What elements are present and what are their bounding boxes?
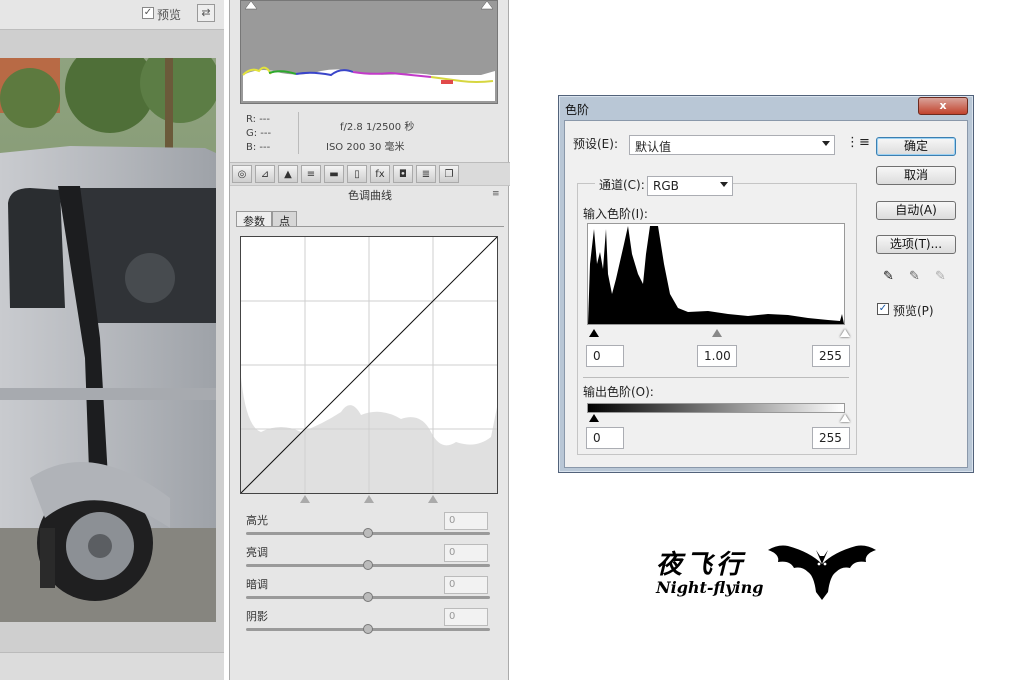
slider-lights: 亮调 0: [246, 544, 492, 574]
preview-label: 预览(P): [893, 304, 934, 318]
camera-calibration-icon[interactable]: ◘: [393, 165, 413, 183]
slider-shadows: 阴影 0: [246, 608, 492, 638]
input-black-field[interactable]: 0: [586, 345, 624, 367]
pixel-readout: R: --- G: --- B: --- f/2.8 1/2500 秒 ISO …: [230, 108, 510, 158]
input-black-slider[interactable]: [589, 329, 599, 337]
slider-label: 阴影: [246, 610, 268, 623]
output-black-field[interactable]: 0: [586, 427, 624, 449]
lens-icon[interactable]: ▯: [347, 165, 367, 183]
output-gradient: [587, 403, 845, 413]
g-value: G: ---: [246, 128, 272, 139]
slider-thumb[interactable]: [363, 624, 373, 634]
slider-value-input[interactable]: 0: [444, 576, 488, 594]
preview-toolbar: ✓ 预览 ⇄: [0, 0, 224, 30]
photo-preview-panel: ✓ 预览 ⇄: [0, 0, 224, 680]
preset-value: 默认值: [635, 140, 672, 154]
bat-icon: [768, 545, 876, 600]
channel-label: 通道(C):: [595, 176, 649, 193]
r-value: R: ---: [246, 114, 271, 125]
preview-status-bar: [0, 652, 224, 680]
output-white-slider[interactable]: [840, 414, 850, 422]
dialog-title: 色阶: [565, 103, 590, 117]
slider-value-input[interactable]: 0: [444, 544, 488, 562]
auto-button[interactable]: 自动(A): [876, 201, 956, 220]
slider-value-input[interactable]: 0: [444, 608, 488, 626]
preview-checkbox[interactable]: ✓: [877, 303, 889, 315]
preset-label: 预设(E):: [573, 137, 618, 151]
levels-histogram: [587, 223, 845, 325]
input-white-field[interactable]: 255: [812, 345, 850, 367]
white-eyedropper-icon[interactable]: ✎: [935, 269, 946, 284]
levels-dialog: 色阶 x 预设(E): 默认值 ⋮≡ 通道(C): RGB 输入色阶(I): 0…: [558, 95, 974, 473]
slider-highlights: 高光 0: [246, 512, 492, 542]
detail-icon[interactable]: ▲: [278, 165, 298, 183]
watermark-cn: 夜飞行: [656, 550, 747, 580]
fx-icon[interactable]: fx: [370, 165, 390, 183]
preset-options-icon[interactable]: ⋮≡: [846, 135, 870, 150]
section-title: 色调曲线: [348, 189, 392, 202]
split-shadow-marker[interactable]: [300, 495, 310, 503]
camera-raw-panel: R: --- G: --- B: --- f/2.8 1/2500 秒 ISO …: [229, 0, 510, 680]
chevron-down-icon: [720, 182, 728, 187]
photo-canvas: [0, 58, 216, 622]
van-photo: [0, 58, 216, 622]
toggle-view-button[interactable]: ⇄: [197, 4, 215, 22]
readout-divider: [298, 112, 299, 154]
cancel-button[interactable]: 取消: [876, 166, 956, 185]
tab-divider: [236, 226, 504, 227]
slider-label: 亮调: [246, 546, 268, 559]
slider-thumb[interactable]: [363, 560, 373, 570]
output-white-field[interactable]: 255: [812, 427, 850, 449]
curve-tabs: 参数 点: [236, 211, 297, 228]
adjustment-tabs: ◎ ⊿ ▲ ≡ ▬ ▯ fx ◘ ≣ ❐: [230, 162, 510, 186]
tab-point[interactable]: 点: [272, 211, 297, 228]
split-toning-icon[interactable]: ▬: [324, 165, 344, 183]
split-highlight-marker[interactable]: [428, 495, 438, 503]
aperture-icon[interactable]: ◎: [232, 165, 252, 183]
tone-curve-graph[interactable]: [240, 236, 498, 494]
slider-darks: 暗调 0: [246, 576, 492, 606]
output-levels-label: 输出色阶(O):: [583, 385, 654, 399]
split-midtone-marker[interactable]: [364, 495, 374, 503]
snapshots-icon[interactable]: ❐: [439, 165, 459, 183]
dialog-body: 预设(E): 默认值 ⋮≡ 通道(C): RGB 输入色阶(I): 0 1.00…: [564, 120, 968, 468]
tone-curve-icon[interactable]: ⊿: [255, 165, 275, 183]
preview-label: 预览: [157, 8, 182, 22]
hsl-icon[interactable]: ≡: [301, 165, 321, 183]
histogram: [240, 0, 498, 104]
input-white-slider[interactable]: [840, 329, 850, 337]
watermark-en: Night-flying: [656, 578, 764, 597]
close-button[interactable]: x: [918, 97, 968, 115]
input-gamma-field[interactable]: 1.00: [697, 345, 737, 367]
tab-parametric[interactable]: 参数: [236, 211, 272, 228]
preset-select[interactable]: 默认值: [629, 135, 835, 155]
preview-checkbox[interactable]: ✓: [142, 7, 154, 19]
output-black-slider[interactable]: [589, 414, 599, 422]
slider-thumb[interactable]: [363, 528, 373, 538]
input-levels-label: 输入色阶(I):: [583, 207, 648, 221]
panel-menu-icon[interactable]: ≡: [492, 189, 500, 199]
options-button[interactable]: 选项(T)...: [876, 235, 956, 254]
slider-value-input[interactable]: 0: [444, 512, 488, 530]
iso-focal-info: ISO 200 30 毫米: [326, 142, 405, 153]
exposure-info: f/2.8 1/2500 秒: [340, 122, 415, 133]
ok-button[interactable]: 确定: [876, 137, 956, 156]
presets-icon[interactable]: ≣: [416, 165, 436, 183]
black-eyedropper-icon[interactable]: ✎: [883, 269, 894, 284]
chevron-down-icon: [822, 141, 830, 146]
slider-label: 暗调: [246, 578, 268, 591]
slider-label: 高光: [246, 514, 268, 527]
watermark-logo: 夜飞行 Night-flying: [650, 540, 880, 610]
b-value: B: ---: [246, 142, 271, 153]
gray-eyedropper-icon[interactable]: ✎: [909, 269, 920, 284]
slider-thumb[interactable]: [363, 592, 373, 602]
group-divider: [583, 377, 849, 378]
input-gamma-slider[interactable]: [712, 329, 722, 337]
channel-value: RGB: [653, 179, 679, 193]
channel-select[interactable]: RGB: [647, 176, 733, 196]
